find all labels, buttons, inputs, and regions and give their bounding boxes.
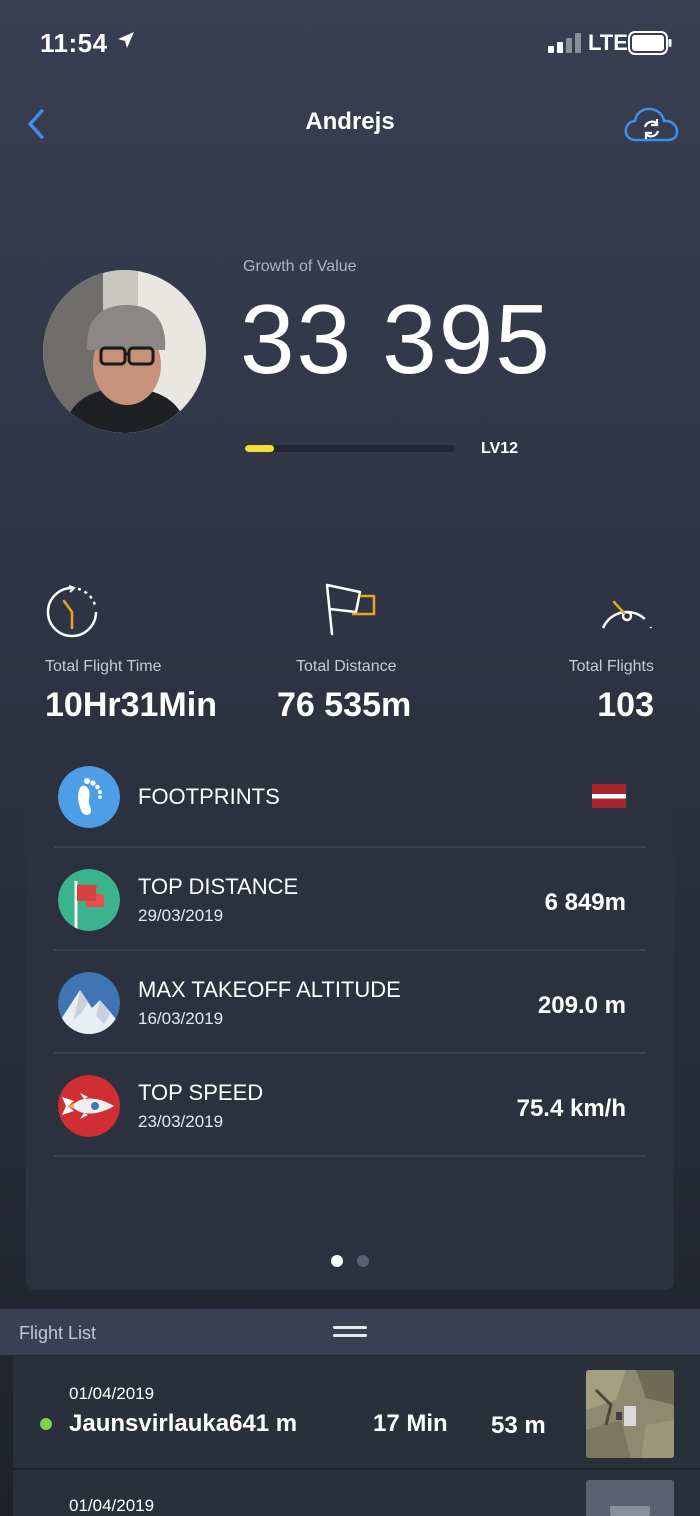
red-flag-icon: [58, 869, 120, 931]
flight-list-item[interactable]: 01/04/2019 Jaunsvirlauka641 m 17 Min 53 …: [13, 1356, 700, 1468]
flight-name: Jaunsvirlauka641 m: [69, 1410, 298, 1437]
speedometer-icon: [601, 600, 653, 629]
signal-strength-icon: [548, 33, 581, 53]
total-flight-time-label: Total Flight Time: [45, 658, 162, 675]
top-speed-title: TOP SPEED: [138, 1080, 264, 1105]
page-dot-1[interactable]: [331, 1255, 343, 1267]
top-distance-value: 6 849m: [544, 889, 626, 916]
growth-of-value: 33 395: [240, 284, 552, 394]
max-takeoff-altitude-row[interactable]: MAX TAKEOFF ALTITUDE 16/03/2019 209.0 m: [54, 951, 646, 1054]
flight-list-item[interactable]: 01/04/2019: [13, 1470, 700, 1516]
flight-status-dot: [40, 1418, 52, 1430]
page-dot-2[interactable]: [357, 1255, 369, 1267]
total-flight-time-value: 10Hr31Min: [45, 686, 217, 724]
carrier-label: LTE: [588, 30, 628, 55]
total-distance-label: Total Distance: [296, 658, 397, 675]
status-bar: 11:54 LTE: [0, 0, 700, 88]
footprint-icon: [58, 766, 120, 828]
battery-icon: [628, 31, 672, 55]
avatar-photo: [43, 270, 206, 433]
flag-icon: [325, 583, 376, 636]
top-speed-row[interactable]: TOP SPEED 23/03/2019 75.4 km/h: [54, 1054, 646, 1157]
total-distance-value: 76 535m: [277, 686, 412, 724]
cloud-sync-icon[interactable]: [622, 102, 680, 146]
mountain-icon: [58, 972, 120, 1034]
flight-height: 53 m: [491, 1412, 546, 1439]
total-flights-label: Total Flights: [568, 658, 654, 675]
flight-date: 01/04/2019: [69, 1384, 155, 1403]
level-progress-bar: [245, 445, 455, 452]
top-speed-value: 75.4 km/h: [516, 1095, 626, 1122]
footprints-label: FOOTPRINTS: [138, 784, 280, 809]
stopwatch-icon: [46, 584, 98, 638]
flight-list-header[interactable]: Flight List: [0, 1309, 700, 1355]
level-progress-fill: [245, 445, 275, 452]
max-takeoff-altitude-title: MAX TAKEOFF ALTITUDE: [138, 977, 401, 1002]
drag-handle-icon[interactable]: [333, 1326, 367, 1340]
records-card[interactable]: FOOTPRINTS TOP DISTANCE 29/03/2019 6 849…: [26, 745, 674, 1290]
flight-thumbnail: [586, 1370, 674, 1458]
max-takeoff-altitude-date: 16/03/2019: [138, 1009, 224, 1028]
latvia-flag-icon: [592, 784, 626, 808]
status-time: 11:54: [40, 28, 108, 58]
flight-list-title: Flight List: [19, 1323, 97, 1343]
max-takeoff-altitude-value: 209.0 m: [537, 992, 626, 1019]
top-speed-date: 23/03/2019: [138, 1112, 224, 1131]
location-arrow-icon: [118, 32, 134, 48]
flight-duration: 17 Min: [373, 1410, 448, 1437]
top-distance-row[interactable]: TOP DISTANCE 29/03/2019 6 849m: [54, 848, 646, 951]
level-label: LV12: [481, 440, 519, 457]
rocket-icon: [58, 1075, 120, 1137]
total-flights-value: 103: [597, 686, 654, 724]
page-title: Andrejs: [305, 108, 395, 135]
top-distance-title: TOP DISTANCE: [138, 874, 299, 899]
footprints-row[interactable]: FOOTPRINTS: [54, 745, 646, 848]
flight-date: 01/04/2019: [69, 1496, 155, 1515]
flight-thumbnail-placeholder: [586, 1480, 674, 1516]
page-indicator[interactable]: [26, 1254, 674, 1272]
top-distance-date: 29/03/2019: [138, 906, 224, 925]
growth-of-value-label: Growth of Value: [243, 258, 357, 275]
avatar[interactable]: [43, 270, 206, 433]
